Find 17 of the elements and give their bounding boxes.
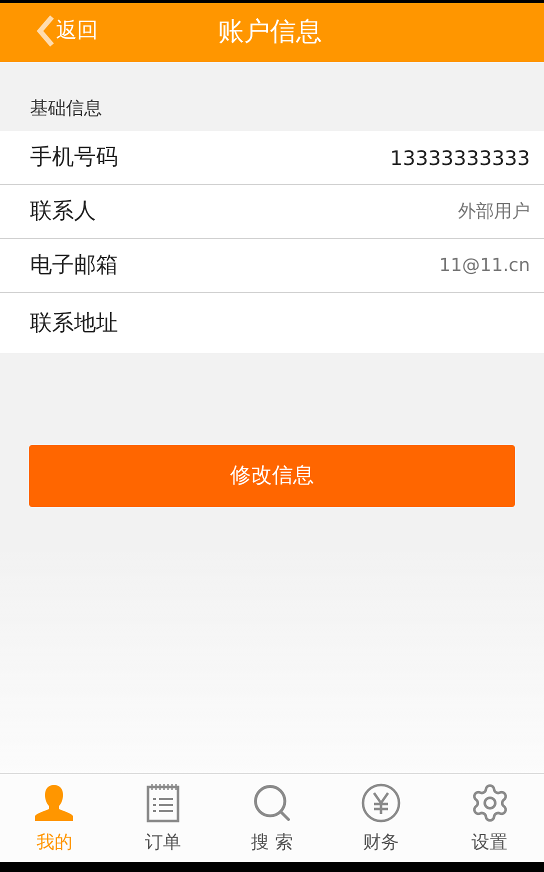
tab[interactable]: 订单 (108, 774, 218, 862)
row-value: 13333333333 (390, 144, 530, 172)
row-label: 联系地址 (30, 310, 118, 338)
tab[interactable]: 搜 索 (218, 774, 326, 862)
yen-icon (360, 782, 401, 822)
row-value: 11@11.cn (439, 254, 530, 278)
row-label: 手机号码 (30, 144, 118, 172)
person-icon (33, 782, 76, 822)
row-label: 联系人 (30, 198, 96, 226)
chevron-left-icon (36, 15, 56, 47)
row-label: 电子邮箱 (30, 252, 118, 280)
notepad-icon (146, 782, 180, 822)
page-title: 账户信息 (218, 16, 322, 49)
row-value: 外部用户 (458, 200, 530, 224)
section-title: 基础信息 (29, 97, 103, 121)
tab[interactable]: 财务 (326, 774, 436, 862)
tab[interactable]: 设置 (435, 774, 544, 862)
